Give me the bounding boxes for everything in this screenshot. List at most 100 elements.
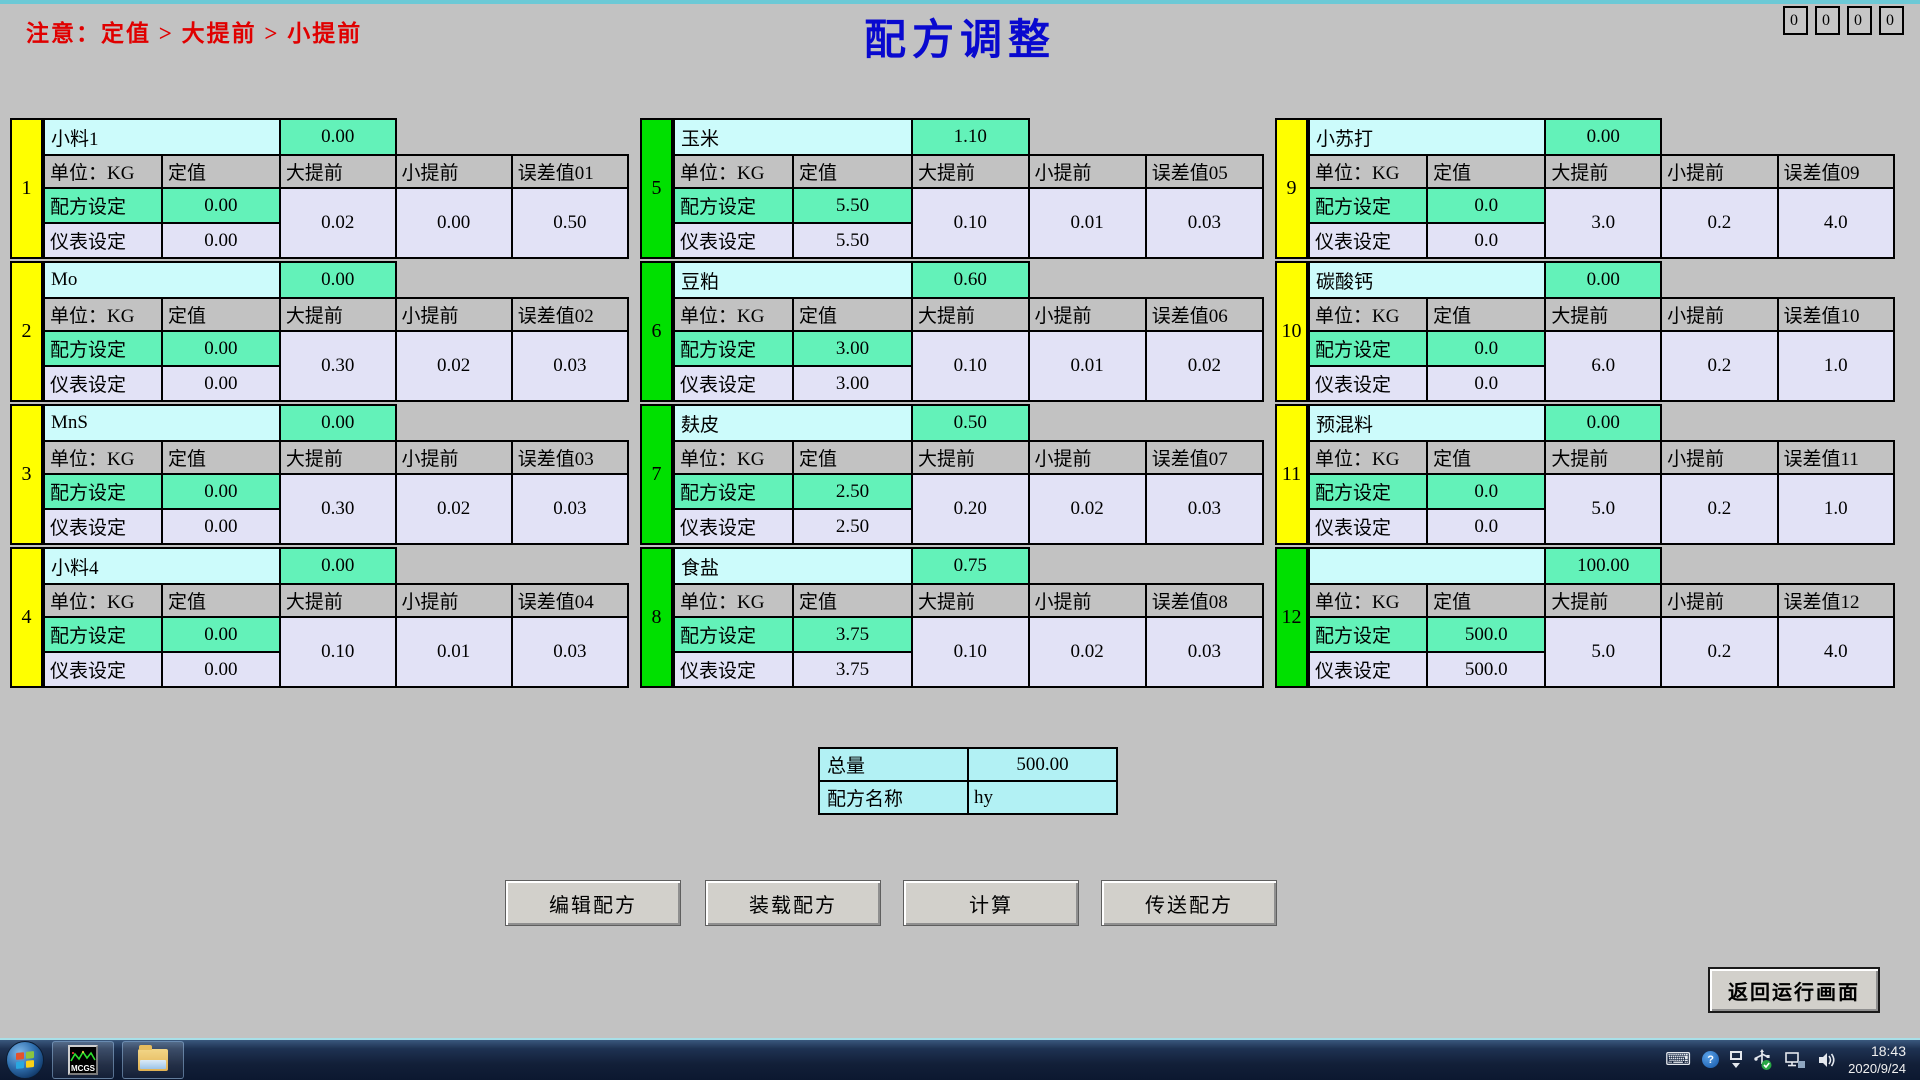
material-current-weight[interactable]: 0.00	[1545, 119, 1661, 155]
help-icon[interactable]: ?	[1702, 1051, 1719, 1068]
recipe-set-value[interactable]: 500.0	[1427, 617, 1545, 652]
error-label: 误差值11	[1778, 441, 1894, 474]
big-advance-value[interactable]: 0.20	[912, 474, 1029, 544]
small-advance-value[interactable]: 0.01	[1029, 188, 1146, 258]
meter-set-value: 2.50	[793, 509, 912, 544]
error-value[interactable]: 4.0	[1778, 188, 1894, 258]
small-advance-value[interactable]: 0.01	[396, 617, 512, 687]
small-advance-value[interactable]: 0.02	[396, 331, 512, 401]
error-value[interactable]: 4.0	[1778, 617, 1894, 687]
big-advance-value[interactable]: 0.30	[280, 474, 396, 544]
name-row-filler	[396, 262, 628, 298]
big-advance-label: 大提前	[1545, 155, 1661, 188]
big-advance-value[interactable]: 0.10	[912, 617, 1029, 687]
back-to-run-screen-button[interactable]: 返回运行画面	[1708, 967, 1880, 1013]
recipe-set-value[interactable]: 0.0	[1427, 474, 1545, 509]
error-value[interactable]: 0.03	[1146, 617, 1263, 687]
name-row-filler	[1661, 262, 1894, 298]
recipe-set-value[interactable]: 0.00	[162, 617, 280, 652]
small-advance-value[interactable]: 0.2	[1661, 188, 1777, 258]
material-current-weight[interactable]: 0.75	[912, 548, 1029, 584]
name-row-filler	[396, 405, 628, 441]
panel-number: 6	[640, 261, 673, 402]
big-advance-label: 大提前	[1545, 441, 1661, 474]
start-button[interactable]	[6, 1041, 44, 1079]
send-recipe-button[interactable]: 传送配方	[1101, 880, 1277, 926]
speaker-icon[interactable]	[1817, 1051, 1837, 1069]
big-advance-value[interactable]: 6.0	[1545, 331, 1661, 401]
recipe-set-value[interactable]: 3.00	[793, 331, 912, 366]
error-value[interactable]: 0.03	[512, 617, 628, 687]
recipe-set-value[interactable]: 0.00	[162, 188, 280, 223]
small-advance-value[interactable]: 0.02	[396, 474, 512, 544]
error-value[interactable]: 1.0	[1778, 474, 1894, 544]
edit-recipe-button[interactable]: 编辑配方	[505, 880, 681, 926]
keyboard-icon[interactable]: ⌨	[1665, 1051, 1691, 1069]
big-advance-value[interactable]: 0.10	[912, 331, 1029, 401]
material-current-weight[interactable]: 0.60	[912, 262, 1029, 298]
meter-set-value: 0.0	[1427, 366, 1545, 401]
material-current-weight[interactable]: 0.00	[280, 262, 396, 298]
recipe-set-value[interactable]: 0.00	[162, 331, 280, 366]
error-value[interactable]: 0.03	[512, 474, 628, 544]
material-current-weight[interactable]: 0.00	[1545, 262, 1661, 298]
recipe-name-value[interactable]: hy	[968, 781, 1117, 814]
big-advance-value[interactable]: 5.0	[1545, 474, 1661, 544]
small-advance-value[interactable]: 0.2	[1661, 474, 1777, 544]
taskbar-clock[interactable]: 18:43 2020/9/24	[1848, 1042, 1910, 1077]
material-current-weight[interactable]: 0.00	[1545, 405, 1661, 441]
error-value[interactable]: 0.03	[512, 331, 628, 401]
error-value[interactable]: 1.0	[1778, 331, 1894, 401]
recipe-set-value[interactable]: 0.00	[162, 474, 280, 509]
taskbar-app-explorer[interactable]	[122, 1041, 184, 1079]
material-panel: 12 100.00 单位：KG 定值 大提前 小提前 误差值12 配方设定 50…	[1275, 547, 1895, 688]
meter-set-label: 仪表设定	[674, 366, 793, 401]
meter-set-value: 500.0	[1427, 652, 1545, 687]
material-current-weight[interactable]: 1.10	[912, 119, 1029, 155]
material-name: 小料4	[44, 548, 280, 584]
recipe-set-value[interactable]: 2.50	[793, 474, 912, 509]
big-advance-label: 大提前	[280, 584, 396, 617]
big-advance-value[interactable]: 0.02	[280, 188, 396, 258]
material-current-weight[interactable]: 100.00	[1545, 548, 1661, 584]
material-current-weight[interactable]: 0.50	[912, 405, 1029, 441]
error-label: 误差值09	[1778, 155, 1894, 188]
recipe-set-value[interactable]: 3.75	[793, 617, 912, 652]
calculate-button[interactable]: 计算	[903, 880, 1079, 926]
meter-set-label: 仪表设定	[44, 366, 162, 401]
big-advance-value[interactable]: 0.10	[912, 188, 1029, 258]
small-advance-value[interactable]: 0.02	[1029, 617, 1146, 687]
material-current-weight[interactable]: 0.00	[280, 119, 396, 155]
material-current-weight[interactable]: 0.00	[280, 548, 396, 584]
recipe-set-value[interactable]: 5.50	[793, 188, 912, 223]
small-advance-value[interactable]: 0.01	[1029, 331, 1146, 401]
small-advance-value[interactable]: 0.2	[1661, 331, 1777, 401]
error-value[interactable]: 0.50	[512, 188, 628, 258]
material-panel: 3 MnS 0.00 单位：KG 定值 大提前 小提前 误差值03 配方设定 0…	[10, 404, 629, 545]
taskbar-app-mcgs[interactable]: MCGS	[52, 1041, 114, 1079]
material-current-weight[interactable]: 0.00	[280, 405, 396, 441]
big-advance-value[interactable]: 3.0	[1545, 188, 1661, 258]
error-value[interactable]: 0.03	[1146, 474, 1263, 544]
small-advance-label: 小提前	[1661, 155, 1777, 188]
recipe-set-value[interactable]: 0.0	[1427, 331, 1545, 366]
small-advance-value[interactable]: 0.02	[1029, 474, 1146, 544]
recipe-set-value[interactable]: 0.0	[1427, 188, 1545, 223]
big-advance-value[interactable]: 0.10	[280, 617, 396, 687]
meter-set-value: 0.0	[1427, 223, 1545, 258]
small-advance-value[interactable]: 0.00	[396, 188, 512, 258]
usb-device-icon[interactable]	[1753, 1049, 1773, 1071]
load-recipe-button[interactable]: 装载配方	[705, 880, 881, 926]
total-value[interactable]: 500.00	[968, 748, 1117, 781]
big-advance-value[interactable]: 0.30	[280, 331, 396, 401]
fixed-value-label: 定值	[1427, 584, 1545, 617]
material-panel: 5 玉米 1.10 单位：KG 定值 大提前 小提前 误差值05 配方设定 5.…	[640, 118, 1264, 259]
show-hidden-icons[interactable]	[1730, 1051, 1742, 1068]
big-advance-value[interactable]: 5.0	[1545, 617, 1661, 687]
panel-number: 10	[1275, 261, 1308, 402]
recipe-set-label: 配方设定	[44, 188, 162, 223]
error-value[interactable]: 0.02	[1146, 331, 1263, 401]
small-advance-value[interactable]: 0.2	[1661, 617, 1777, 687]
error-value[interactable]: 0.03	[1146, 188, 1263, 258]
network-icon[interactable]	[1784, 1050, 1806, 1070]
